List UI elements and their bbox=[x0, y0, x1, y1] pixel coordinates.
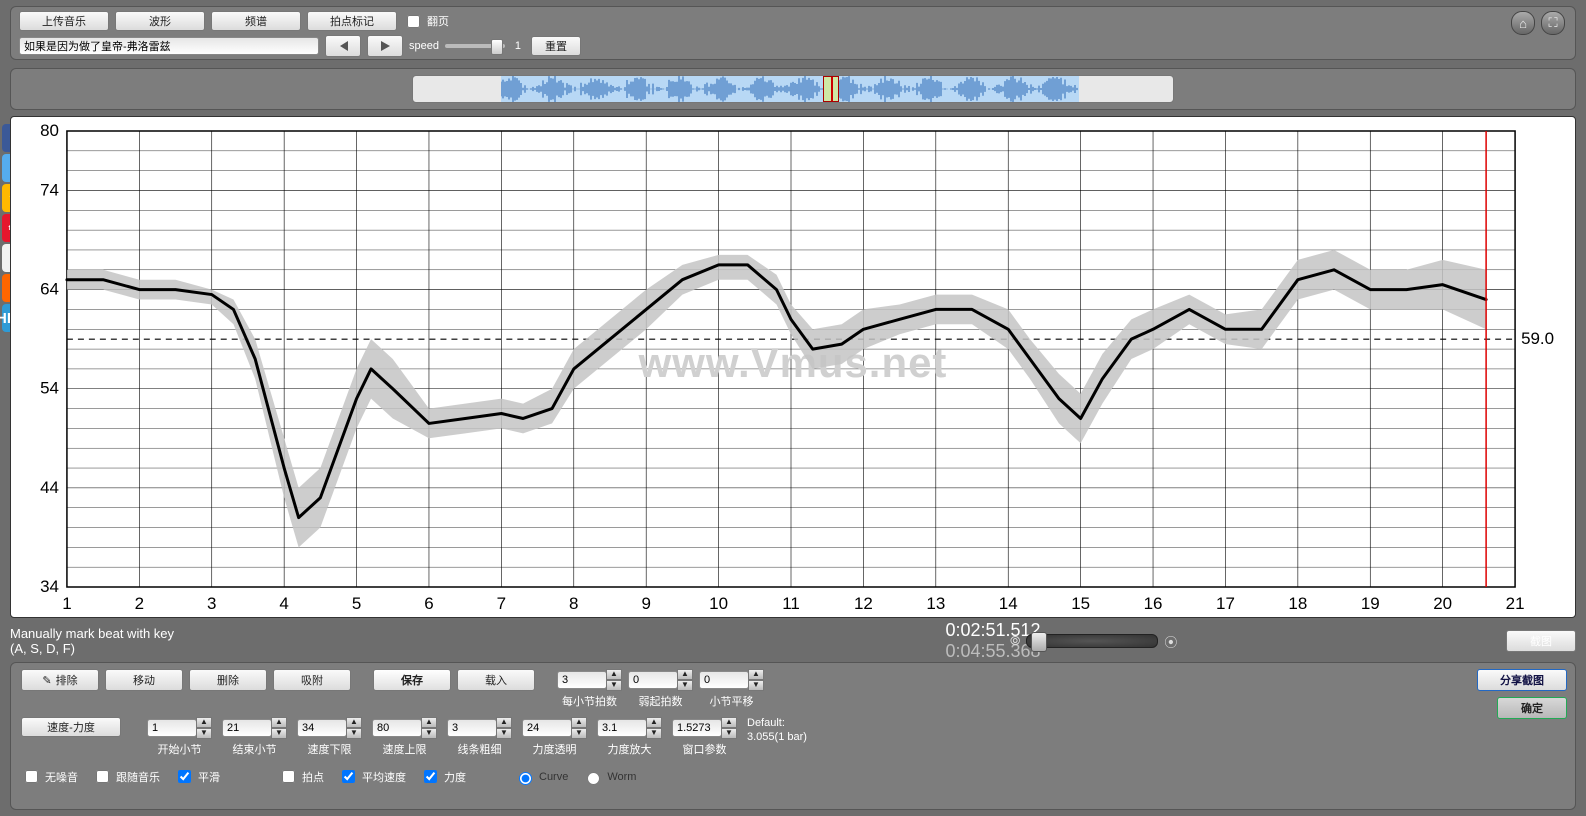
exclude-button[interactable]: ✎排除 bbox=[21, 669, 99, 691]
speed-value: 1 bbox=[511, 40, 525, 52]
svg-text:7: 7 bbox=[497, 594, 506, 613]
svg-text:14: 14 bbox=[999, 594, 1018, 613]
ok-button[interactable]: 确定 bbox=[1497, 697, 1567, 719]
svg-text:4: 4 bbox=[279, 594, 288, 613]
screenshot-button[interactable]: 截图 bbox=[1506, 630, 1576, 652]
hint-line1: Manually mark beat with key bbox=[10, 626, 410, 641]
spectrum-button[interactable]: 频谱 bbox=[211, 11, 301, 31]
beats-per-bar-field: ▲▼每小节拍数 bbox=[557, 669, 622, 709]
svg-text:15: 15 bbox=[1071, 594, 1090, 613]
track-title-input[interactable] bbox=[19, 37, 319, 55]
flip-page-checkbox[interactable]: 翻页 bbox=[403, 12, 449, 31]
waveform-audio-region bbox=[501, 76, 1079, 102]
svg-text:www.Vmus.net: www.Vmus.net bbox=[638, 339, 948, 386]
delete-button[interactable]: 删除 bbox=[189, 669, 267, 691]
dyn-scale-field: ▲▼力度放大 bbox=[597, 717, 662, 757]
speed-slider[interactable] bbox=[445, 44, 505, 48]
svg-text:44: 44 bbox=[40, 478, 59, 497]
end-bar-field: ▲▼结束小节 bbox=[222, 717, 287, 757]
start-bar-field: ▲▼开始小节 bbox=[147, 717, 212, 757]
svg-text:19: 19 bbox=[1361, 594, 1380, 613]
svg-text:74: 74 bbox=[40, 180, 59, 199]
svg-text:54: 54 bbox=[40, 379, 59, 398]
svg-text:17: 17 bbox=[1216, 594, 1235, 613]
svg-text:16: 16 bbox=[1144, 594, 1163, 613]
worm-radio[interactable]: Worm bbox=[582, 769, 636, 785]
save-button[interactable]: 保存 bbox=[373, 669, 451, 691]
svg-text:9: 9 bbox=[641, 594, 650, 613]
waveform-svg bbox=[501, 76, 1079, 102]
zoom-in-icon[interactable]: ⦿ bbox=[1164, 632, 1177, 651]
waveform-overview bbox=[10, 68, 1576, 110]
svg-text:6: 6 bbox=[424, 594, 433, 613]
zoom-slider[interactable] bbox=[1026, 634, 1158, 648]
fullscreen-icon[interactable]: ⛶ bbox=[1541, 11, 1565, 35]
follow-music-checkbox[interactable]: 跟随音乐 bbox=[92, 767, 160, 786]
dyn-trans-field: ▲▼力度透明 bbox=[522, 717, 587, 757]
svg-text:11: 11 bbox=[782, 594, 800, 613]
dynamics-checkbox[interactable]: 力度 bbox=[420, 767, 466, 786]
svg-text:59.0: 59.0 bbox=[1521, 329, 1554, 348]
bottom-panel: ✎排除 移动 删除 吸附 保存 载入 ▲▼每小节拍数 ▲▼弱起拍数 ▲▼小节平移… bbox=[10, 662, 1576, 810]
zoom-out-icon[interactable]: ⦾ bbox=[1010, 633, 1020, 649]
beat-checkbox[interactable]: 拍点 bbox=[278, 767, 324, 786]
svg-text:5: 5 bbox=[352, 594, 361, 613]
move-button[interactable]: 移动 bbox=[105, 669, 183, 691]
hint-line2: (A, S, D, F) bbox=[10, 641, 410, 656]
snap-button[interactable]: 吸附 bbox=[273, 669, 351, 691]
load-button[interactable]: 载入 bbox=[457, 669, 535, 691]
tempo-chart: 1234567891011121314151617181920213444546… bbox=[10, 116, 1576, 618]
time-total: 0:04:55.368 bbox=[410, 641, 1576, 662]
line-weight-field: ▲▼线条粗细 bbox=[447, 717, 512, 757]
svg-text:10: 10 bbox=[709, 594, 728, 613]
curve-radio[interactable]: Curve bbox=[514, 769, 568, 785]
svg-text:21: 21 bbox=[1506, 594, 1525, 613]
status-bar: Manually mark beat with key (A, S, D, F)… bbox=[10, 624, 1576, 658]
svg-text:3: 3 bbox=[207, 594, 216, 613]
pickup-beats-field: ▲▼弱起拍数 bbox=[628, 669, 693, 709]
no-noise-checkbox[interactable]: 无噪音 bbox=[21, 767, 78, 786]
svg-text:12: 12 bbox=[854, 594, 873, 613]
top-toolbar: 上传音乐 波形 频谱 拍点标记 翻页 speed 1 重置 ⌂ ⛶ bbox=[10, 6, 1576, 60]
home-icon[interactable]: ⌂ bbox=[1511, 11, 1535, 35]
waveform-track[interactable] bbox=[412, 75, 1174, 103]
upload-music-button[interactable]: 上传音乐 bbox=[19, 11, 109, 31]
default-value: 3.055(1 bar) bbox=[747, 731, 807, 743]
tempo-max-field: ▲▼速度上限 bbox=[372, 717, 437, 757]
avg-tempo-checkbox[interactable]: 平均速度 bbox=[338, 767, 406, 786]
svg-text:8: 8 bbox=[569, 594, 578, 613]
reset-button[interactable]: 重置 bbox=[531, 36, 581, 56]
share-screenshot-button[interactable]: 分享截图 bbox=[1477, 669, 1567, 691]
svg-text:2: 2 bbox=[135, 594, 144, 613]
waveform-cursor[interactable] bbox=[823, 76, 839, 102]
svg-text:80: 80 bbox=[40, 121, 59, 140]
waveform-button[interactable]: 波形 bbox=[115, 11, 205, 31]
default-label: Default: bbox=[747, 717, 785, 729]
window-param-field: ▲▼窗口参数 bbox=[672, 717, 737, 757]
svg-text:34: 34 bbox=[40, 577, 59, 596]
smooth-checkbox[interactable]: 平滑 bbox=[174, 767, 220, 786]
speed-label: speed bbox=[409, 40, 439, 52]
svg-text:64: 64 bbox=[40, 280, 59, 299]
beat-mark-button[interactable]: 拍点标记 bbox=[307, 11, 397, 31]
prev-button[interactable] bbox=[325, 35, 361, 57]
time-current: 0:02:51.512 bbox=[410, 620, 1576, 641]
play-button[interactable] bbox=[367, 35, 403, 57]
svg-text:1: 1 bbox=[62, 594, 71, 613]
svg-text:20: 20 bbox=[1433, 594, 1452, 613]
tempo-dynamics-button[interactable]: 速度-力度 bbox=[21, 717, 121, 737]
flip-page-label: 翻页 bbox=[427, 13, 449, 29]
svg-text:13: 13 bbox=[926, 594, 945, 613]
bar-offset-field: ▲▼小节平移 bbox=[699, 669, 764, 709]
svg-text:18: 18 bbox=[1288, 594, 1307, 613]
tempo-min-field: ▲▼速度下限 bbox=[297, 717, 362, 757]
